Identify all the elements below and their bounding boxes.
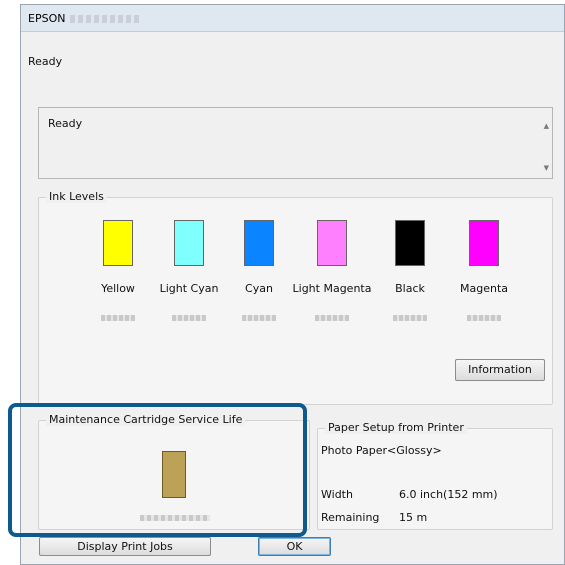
title-brand: EPSON xyxy=(28,12,66,25)
ink-light-cyan: Light Cyan xyxy=(149,220,229,321)
ink-light-magenta-name: Light Magenta xyxy=(292,282,372,295)
paper-type: Photo Paper<Glossy> xyxy=(321,444,442,457)
ink-yellow-name: Yellow xyxy=(101,282,135,295)
scroll-down-icon[interactable]: ▼ xyxy=(544,164,549,172)
ink-yellow-level-icon xyxy=(103,220,133,266)
ink-cyan: Cyan xyxy=(219,220,299,321)
information-button[interactable]: Information xyxy=(455,359,545,381)
ok-button[interactable]: OK xyxy=(258,537,331,556)
ink-light-cyan-level-icon xyxy=(174,220,204,266)
ink-black: Black xyxy=(370,220,450,321)
scroll-up-icon[interactable]: ▲ xyxy=(544,122,549,130)
paper-width-value: 6.0 inch(152 mm) xyxy=(399,488,498,501)
ink-light-cyan-name: Light Cyan xyxy=(159,282,219,295)
ink-magenta-level-icon xyxy=(469,220,499,266)
ink-levels-label: Ink Levels xyxy=(46,190,107,203)
ink-magenta-code-redacted xyxy=(467,315,501,321)
ink-magenta-name: Magenta xyxy=(459,282,508,295)
paper-setup-label: Paper Setup from Printer xyxy=(325,421,467,434)
paper-remaining-value: 15 m xyxy=(399,511,428,524)
status-text: Ready xyxy=(28,55,63,68)
printer-status-window: EPSON Ready Ready ▲ ▼ Ink Levels Yellow … xyxy=(20,4,565,565)
ink-black-level-icon xyxy=(395,220,425,266)
ink-light-magenta-code-redacted xyxy=(315,315,349,321)
maintenance-cartridge-group: Maintenance Cartridge Service Life xyxy=(38,413,310,530)
ink-light-magenta-level-icon xyxy=(317,220,347,266)
paper-setup-group: Paper Setup from Printer Photo Paper<Glo… xyxy=(317,421,553,530)
ink-light-magenta: Light Magenta xyxy=(292,220,372,321)
paper-remaining-row: Remaining 15 m xyxy=(321,511,427,524)
ink-black-code-redacted xyxy=(393,315,427,321)
ink-levels-group: Ink Levels Yellow Light Cyan Cyan Light … xyxy=(38,190,553,405)
paper-width-label: Width xyxy=(321,488,353,501)
maintenance-cartridge-label: Maintenance Cartridge Service Life xyxy=(46,413,246,426)
window-title: EPSON xyxy=(28,12,141,25)
maintenance-cartridge-level-icon xyxy=(162,451,186,498)
display-print-jobs-button[interactable]: Display Print Jobs xyxy=(39,537,211,556)
ink-yellow: Yellow xyxy=(78,220,158,321)
ink-yellow-code-redacted xyxy=(101,315,135,321)
title-bar: EPSON xyxy=(21,5,564,32)
paper-width-row: Width 6.0 inch(152 mm) xyxy=(321,488,498,501)
paper-remaining-label: Remaining xyxy=(321,511,380,524)
ink-light-cyan-code-redacted xyxy=(172,315,206,321)
ink-magenta: Magenta xyxy=(444,220,524,321)
ink-black-name: Black xyxy=(395,282,425,295)
ink-cyan-level-icon xyxy=(244,220,274,266)
maintenance-cartridge-code-redacted xyxy=(140,515,210,521)
title-model-redacted xyxy=(70,15,141,23)
ink-cyan-name: Cyan xyxy=(245,282,273,295)
ink-cyan-code-redacted xyxy=(242,315,276,321)
status-message-box[interactable]: Ready ▲ ▼ xyxy=(38,107,553,179)
status-message-text: Ready xyxy=(48,117,83,130)
